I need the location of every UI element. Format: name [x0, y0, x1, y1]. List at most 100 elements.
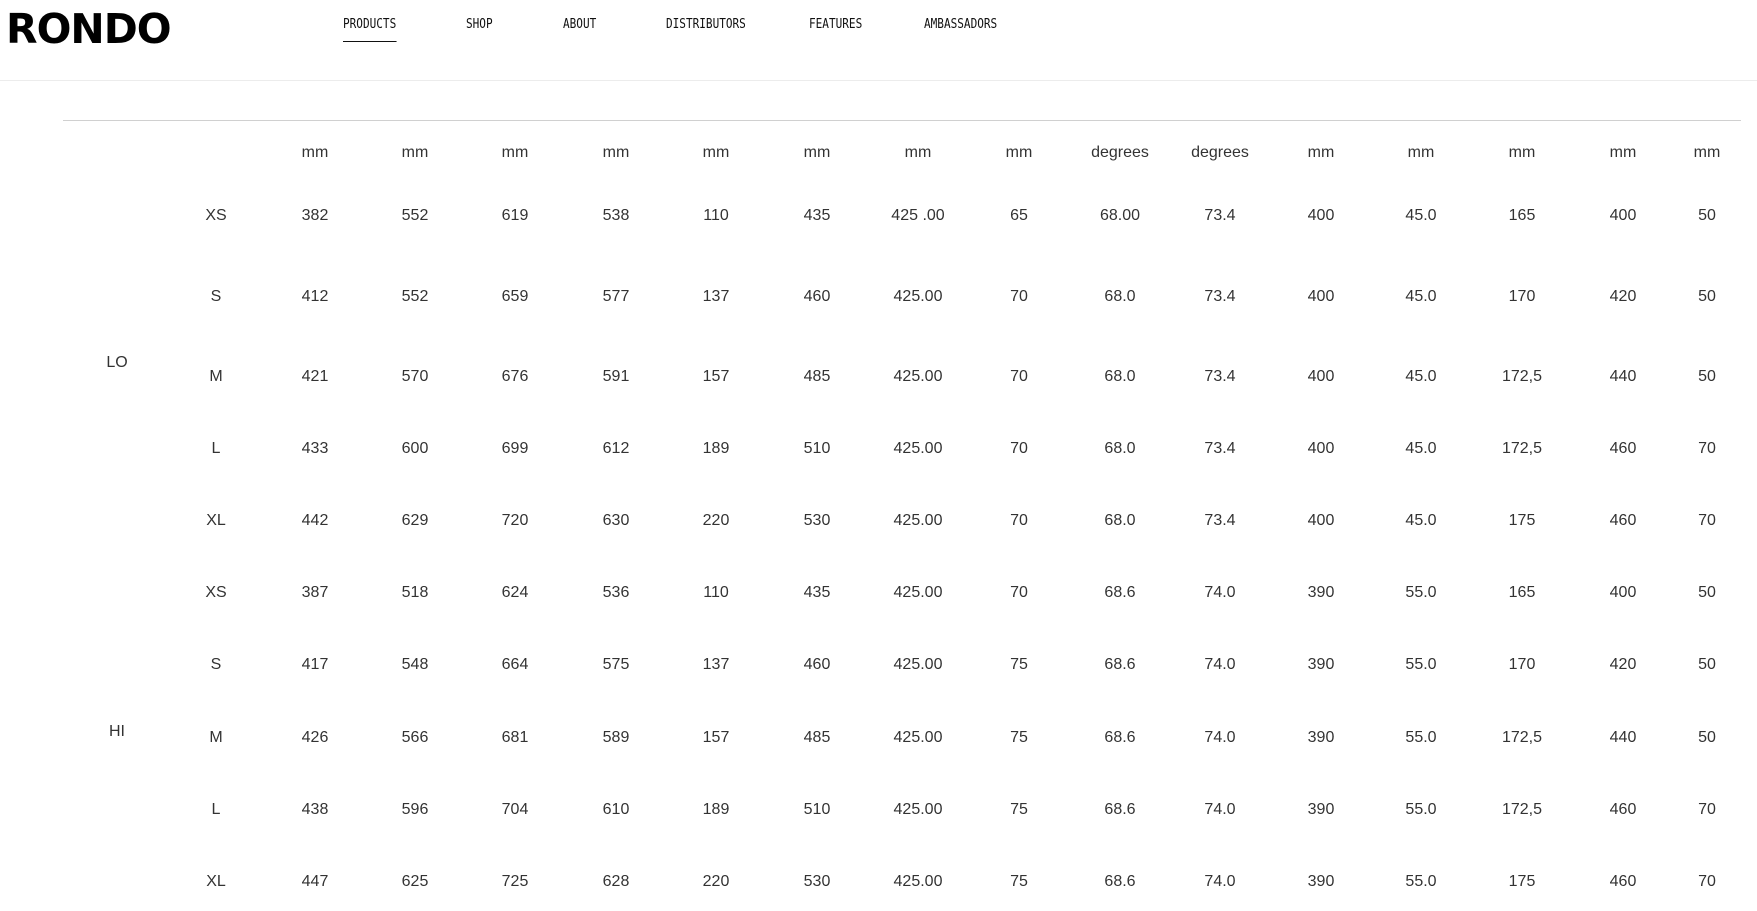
unit-header: mm — [301, 144, 329, 161]
table-cell: 417 — [301, 656, 329, 673]
table-cell: 68.6 — [1104, 656, 1136, 673]
table-cell: 421 — [301, 368, 329, 385]
table-cell: 68.6 — [1104, 801, 1136, 818]
table-cell: 68.6 — [1104, 729, 1136, 746]
table-cell: 220 — [702, 873, 730, 890]
table-cell: 68.6 — [1104, 873, 1136, 890]
table-cell: 189 — [702, 801, 730, 818]
table-cell: 681 — [501, 729, 529, 746]
table-cell: 55.0 — [1405, 656, 1437, 673]
table-cell: 577 — [602, 288, 630, 305]
rondo-logo[interactable]: RONDO — [6, 9, 172, 50]
nav-item-products[interactable]: PRODUCTS — [343, 17, 396, 42]
table-cell: 425.00 — [893, 288, 943, 305]
table-cell: 625 — [401, 873, 429, 890]
table-cell: 460 — [1609, 873, 1637, 890]
size-label: S — [210, 288, 222, 305]
table-cell: 566 — [401, 729, 429, 746]
table-cell: 438 — [301, 801, 329, 818]
table-cell: 420 — [1609, 656, 1637, 673]
table-cell: 50 — [1698, 207, 1716, 224]
table-cell: 390 — [1307, 656, 1335, 673]
table-cell: 460 — [1609, 512, 1637, 529]
table-cell: 68.0 — [1104, 440, 1136, 457]
table-cell: 137 — [702, 656, 730, 673]
table-cell: 485 — [803, 729, 831, 746]
table-cell: 110 — [703, 207, 729, 224]
table-cell: 70 — [1698, 873, 1716, 890]
table-cell: 45.0 — [1405, 207, 1437, 224]
nav-item-distributors[interactable]: DISTRIBUTORS — [666, 17, 746, 32]
table-cell: 74.0 — [1204, 873, 1236, 890]
unit-header: mm — [803, 144, 831, 161]
unit-header: mm — [1005, 144, 1033, 161]
table-cell: 73.4 — [1204, 440, 1236, 457]
table-cell: 74.0 — [1204, 656, 1236, 673]
group-label-lo: LO — [106, 353, 128, 371]
table-cell: 725 — [501, 873, 529, 890]
size-label: XS — [205, 207, 227, 224]
geometry-table: mm mm mm mm mm mm mm mm degrees degrees mm mm mm mm mm… — [63, 120, 1741, 911]
table-cell: 75 — [1010, 656, 1028, 673]
table-cell: 596 — [401, 801, 429, 818]
table-cell: 175 — [1508, 873, 1536, 890]
table-cell: 400 — [1307, 288, 1335, 305]
table-cell: 390 — [1307, 584, 1335, 601]
table-cell: 68.00 — [1099, 207, 1141, 224]
table-cell: 68.0 — [1104, 512, 1136, 529]
table-cell: 172,5 — [1501, 729, 1543, 746]
size-label: XS — [205, 584, 227, 601]
table-cell: 75 — [1010, 873, 1028, 890]
nav-item-ambassadors[interactable]: AMBASSADORS — [924, 17, 997, 32]
table-cell: 575 — [602, 656, 630, 673]
table-cell: 460 — [803, 656, 831, 673]
table-cell: 435 — [803, 207, 831, 224]
table-cell: 55.0 — [1405, 584, 1437, 601]
table-cell: 70 — [1010, 368, 1028, 385]
size-label: S — [210, 656, 222, 673]
table-cell: 425.00 — [893, 368, 943, 385]
table-cell: 70 — [1010, 584, 1028, 601]
table-cell: 50 — [1698, 288, 1716, 305]
table-cell: 552 — [401, 288, 429, 305]
table-cell: 172,5 — [1501, 801, 1543, 818]
table-cell: 442 — [301, 512, 329, 529]
table-cell: 73.4 — [1204, 288, 1236, 305]
table-cell: 70 — [1010, 288, 1028, 305]
nav-item-about[interactable]: ABOUT — [563, 17, 596, 32]
table-cell: 664 — [501, 656, 529, 673]
table-cell: 68.0 — [1104, 368, 1136, 385]
site-header: RONDO PRODUCTS SHOP ABOUT DISTRIBUTORS FEATU… — [0, 0, 1757, 81]
table-cell: 412 — [301, 288, 329, 305]
table-cell: 460 — [803, 288, 831, 305]
table-cell: 600 — [401, 440, 429, 457]
table-cell: 400 — [1307, 440, 1335, 457]
table-cell: 70 — [1010, 512, 1028, 529]
nav-item-shop[interactable]: SHOP — [466, 17, 493, 32]
table-cell: 68.0 — [1104, 288, 1136, 305]
table-cell: 50 — [1698, 368, 1716, 385]
table-cell: 425.00 — [893, 801, 943, 818]
table-cell: 400 — [1609, 207, 1637, 224]
unit-header: mm — [904, 144, 932, 161]
table-cell: 435 — [803, 584, 831, 601]
unit-header: mm — [1508, 144, 1536, 161]
table-cell: 165 — [1508, 207, 1536, 224]
nav-item-features[interactable]: FEATURES — [809, 17, 862, 32]
unit-header: mm — [1307, 144, 1335, 161]
table-cell: 460 — [1609, 440, 1637, 457]
table-cell: 390 — [1307, 729, 1335, 746]
table-cell: 172,5 — [1501, 440, 1543, 457]
table-cell: 425.00 — [893, 873, 943, 890]
table-cell: 170 — [1508, 656, 1536, 673]
table-cell: 50 — [1698, 656, 1716, 673]
table-cell: 400 — [1609, 584, 1637, 601]
table-cell: 45.0 — [1405, 288, 1437, 305]
table-cell: 433 — [301, 440, 329, 457]
size-label: M — [209, 729, 223, 746]
table-cell: 425 .00 — [891, 207, 945, 224]
table-cell: 676 — [501, 368, 529, 385]
table-cell: 699 — [501, 440, 529, 457]
unit-header: mm — [501, 144, 529, 161]
table-cell: 400 — [1307, 512, 1335, 529]
